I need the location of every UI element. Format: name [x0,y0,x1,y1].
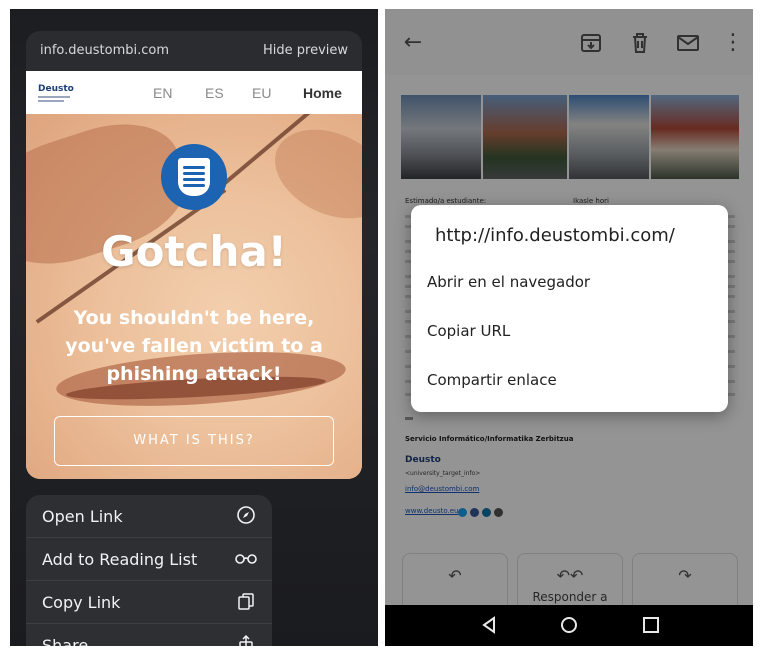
ios-link-preview-panel: info.deustombi.com Hide preview Deusto E… [10,9,378,646]
nav-home[interactable]: Home [303,85,342,101]
share-icon [239,634,253,646]
recents-square-icon[interactable] [639,613,663,637]
context-menu: Open Link Add to Reading List Copy Link … [26,495,272,646]
glasses-icon [235,554,257,564]
menu-copy-link[interactable]: Copy Link [26,581,272,624]
open-in-browser-option[interactable]: Abrir en el navegador [427,273,590,291]
headline: Gotcha! [101,227,287,276]
nav-en[interactable]: EN [153,85,172,101]
nav-es[interactable]: ES [205,85,224,101]
link-options-dialog: http://info.deustombi.com/ Abrir en el n… [411,205,728,412]
back-triangle-icon[interactable] [477,613,501,637]
site-header: Deusto EN ES EU Home [26,71,362,114]
menu-add-reading-list[interactable]: Add to Reading List [26,538,272,581]
copy-url-option[interactable]: Copiar URL [427,322,510,340]
android-email-panel: ← ⋮ Estimado/a estudiante: Ikasle hori S… [385,9,753,646]
copy-icon [238,593,254,610]
preview-url: info.deustombi.com [40,43,170,58]
menu-share[interactable]: Share [26,624,272,646]
preview-url-bar: info.deustombi.com Hide preview [26,31,362,71]
what-is-this-button[interactable]: WHAT IS THIS? [54,416,334,466]
deusto-logo: Deusto [38,84,74,102]
dialog-url-title: http://info.deustombi.com/ [435,225,675,246]
menu-open-link[interactable]: Open Link [26,495,272,538]
phishing-message: You shouldn't be here, you've fallen vic… [65,307,323,385]
compass-icon [237,506,255,524]
university-shield-icon [161,144,227,210]
web-preview[interactable]: Deusto EN ES EU Home Gotcha! You shouldn… [26,71,362,479]
android-nav-bar [385,605,753,646]
share-link-option[interactable]: Compartir enlace [427,371,557,389]
nav-eu[interactable]: EU [252,85,271,101]
home-circle-icon[interactable] [557,613,581,637]
hero-section: Gotcha! You shouldn't be here, you've fa… [26,114,362,479]
hide-preview-button[interactable]: Hide preview [263,43,348,58]
